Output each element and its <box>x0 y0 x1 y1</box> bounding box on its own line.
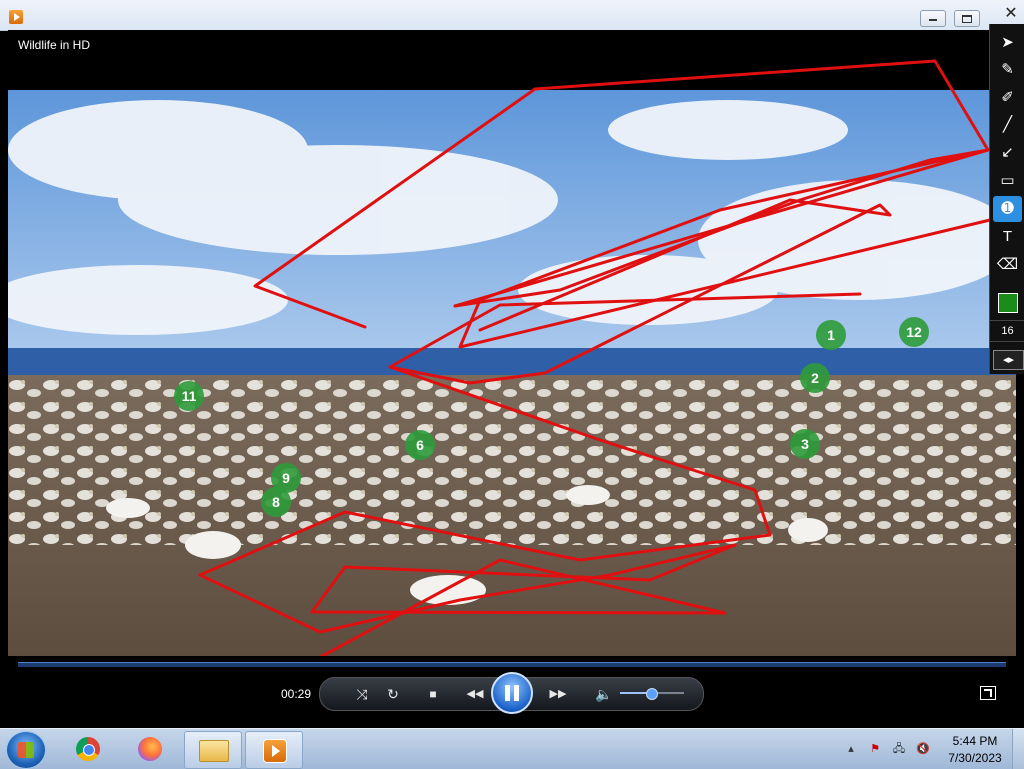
volume-slider[interactable] <box>620 688 684 700</box>
folder-icon <box>199 740 229 762</box>
clock-time[interactable]: 5:44 PM <box>945 734 1005 748</box>
arrow-tool-button[interactable]: ↙ <box>993 140 1022 166</box>
highlighter-tool-button[interactable]: ✐ <box>993 85 1022 111</box>
bird-colony <box>8 375 1016 545</box>
firefox-icon <box>138 737 162 761</box>
media-player-app-icon <box>9 10 23 24</box>
player-controls: 00:29 ⤨ ↻ ■ ◀◀ ▶▶ 🔈 <box>8 656 1016 720</box>
chrome-icon <box>76 737 100 761</box>
repeat-button[interactable]: ↻ <box>381 682 405 706</box>
toolbar-collapse-button[interactable]: ◂▸ <box>993 350 1024 370</box>
taskbar-explorer-button[interactable] <box>184 731 242 769</box>
minimize-button[interactable] <box>920 10 946 27</box>
maximize-button[interactable] <box>954 10 980 27</box>
taskbar: ▴ ⚑ 🖧 🔇 5:44 PM 7/30/2023 <box>0 728 1024 769</box>
video-frame <box>8 90 1016 656</box>
network-icon[interactable]: 🖧 <box>892 742 906 756</box>
mute-button[interactable]: 🔈 <box>592 682 616 706</box>
volume-slider-handle[interactable] <box>646 688 658 700</box>
show-hidden-icons-button[interactable]: ▴ <box>844 742 858 756</box>
window-title-bar: ✕ <box>0 0 1024 31</box>
stop-button[interactable]: ■ <box>421 682 445 706</box>
select-tool-button[interactable]: ➤ <box>993 30 1022 56</box>
volume-muted-icon[interactable]: 🔇 <box>916 742 930 756</box>
media-player-icon <box>263 739 287 763</box>
taskbar-media-player-button[interactable] <box>245 731 303 769</box>
next-button[interactable]: ▶▶ <box>542 682 574 706</box>
elapsed-time: 00:29 <box>281 687 312 701</box>
annotation-toolbar: ➤ ✎ ✐ ╱ ↙ ▭ ➊ T ⌫ 16 ◂▸ <box>989 24 1024 374</box>
taskbar-chrome-button[interactable] <box>60 731 116 767</box>
close-button[interactable]: ✕ <box>1000 4 1022 24</box>
line-tool-button[interactable]: ╱ <box>993 112 1022 138</box>
video-area[interactable]: Wildlife in HD <box>8 30 1016 656</box>
seek-bar[interactable] <box>18 662 1006 667</box>
pencil-tool-button[interactable]: ✎ <box>993 57 1022 83</box>
text-tool-button[interactable]: T <box>993 224 1022 250</box>
color-picker[interactable] <box>998 293 1018 313</box>
fullscreen-button[interactable] <box>980 686 996 700</box>
pen-size[interactable]: 16 <box>990 320 1024 342</box>
video-title: Wildlife in HD <box>18 38 91 52</box>
taskbar-firefox-button[interactable] <box>122 731 178 767</box>
counter-tool-button[interactable]: ➊ <box>993 196 1022 222</box>
start-button[interactable] <box>6 731 46 769</box>
rectangle-tool-button[interactable]: ▭ <box>993 168 1022 194</box>
system-tray: ▴ ⚑ 🖧 🔇 5:44 PM 7/30/2023 <box>840 729 1024 769</box>
sea <box>8 348 1016 378</box>
pause-button[interactable] <box>491 672 533 714</box>
action-center-icon[interactable]: ⚑ <box>868 742 882 756</box>
show-desktop-button[interactable] <box>1012 729 1024 769</box>
shuffle-button[interactable]: ⤨ <box>350 682 374 706</box>
eraser-tool-button[interactable]: ⌫ <box>993 252 1022 278</box>
clock-date[interactable]: 7/30/2023 <box>940 751 1010 765</box>
previous-button[interactable]: ◀◀ <box>459 682 491 706</box>
